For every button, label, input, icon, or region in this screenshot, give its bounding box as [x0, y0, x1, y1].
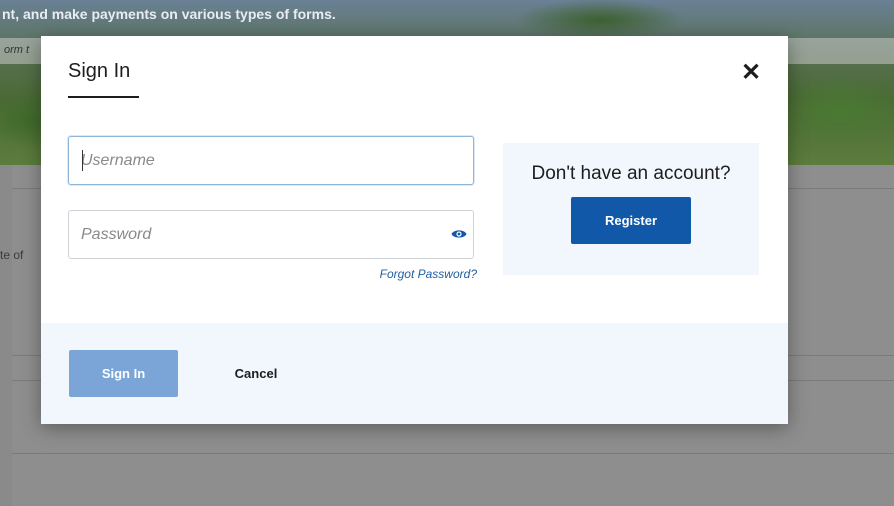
password-input[interactable] — [81, 211, 451, 258]
cancel-button[interactable]: Cancel — [219, 350, 293, 397]
background-left-strip — [0, 165, 12, 506]
register-panel: Don't have an account? Register — [503, 143, 759, 275]
background-side-text: te of — [0, 248, 24, 262]
close-icon: ✕ — [740, 59, 762, 86]
modal-title: Sign In — [68, 60, 131, 82]
password-field[interactable] — [68, 210, 474, 259]
title-underline — [68, 96, 139, 98]
username-input[interactable] — [81, 137, 451, 184]
close-button[interactable]: ✕ — [738, 60, 764, 86]
sign-in-button[interactable]: Sign In — [69, 350, 178, 397]
register-prompt: Don't have an account? — [531, 163, 731, 184]
forgot-password-link[interactable]: Forgot Password? — [353, 267, 477, 281]
register-button[interactable]: Register — [571, 197, 691, 244]
background-divider — [12, 453, 894, 454]
text-caret — [82, 150, 83, 171]
background-band-text: orm t — [4, 44, 30, 56]
eye-icon[interactable] — [451, 228, 467, 240]
username-field[interactable] — [68, 136, 474, 185]
hero-text: nt, and make payments on various types o… — [2, 6, 336, 22]
sign-in-modal: Sign In ✕ Forgot Password? Don't have an… — [41, 36, 788, 424]
modal-footer: Sign In Cancel — [41, 323, 788, 424]
